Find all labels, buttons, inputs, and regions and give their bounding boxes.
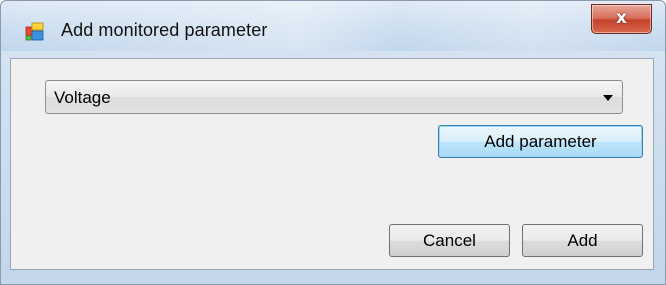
parameter-combobox-value: Voltage: [54, 88, 111, 107]
window-title: Add monitored parameter: [61, 20, 268, 40]
dialog-window: Add monitored parameter x Voltage Add pa…: [0, 0, 666, 285]
add-button[interactable]: Add: [522, 224, 643, 257]
close-icon: x: [616, 8, 627, 28]
title-bar[interactable]: Add monitored parameter x: [1, 1, 665, 51]
close-button[interactable]: x: [591, 4, 652, 34]
application-icon: [25, 22, 45, 42]
add-parameter-button[interactable]: Add parameter: [438, 125, 643, 158]
dialog-client-area: Voltage Add parameter Cancel Add: [10, 58, 654, 270]
parameter-combobox[interactable]: Voltage: [45, 80, 623, 114]
cancel-button[interactable]: Cancel: [389, 224, 510, 257]
